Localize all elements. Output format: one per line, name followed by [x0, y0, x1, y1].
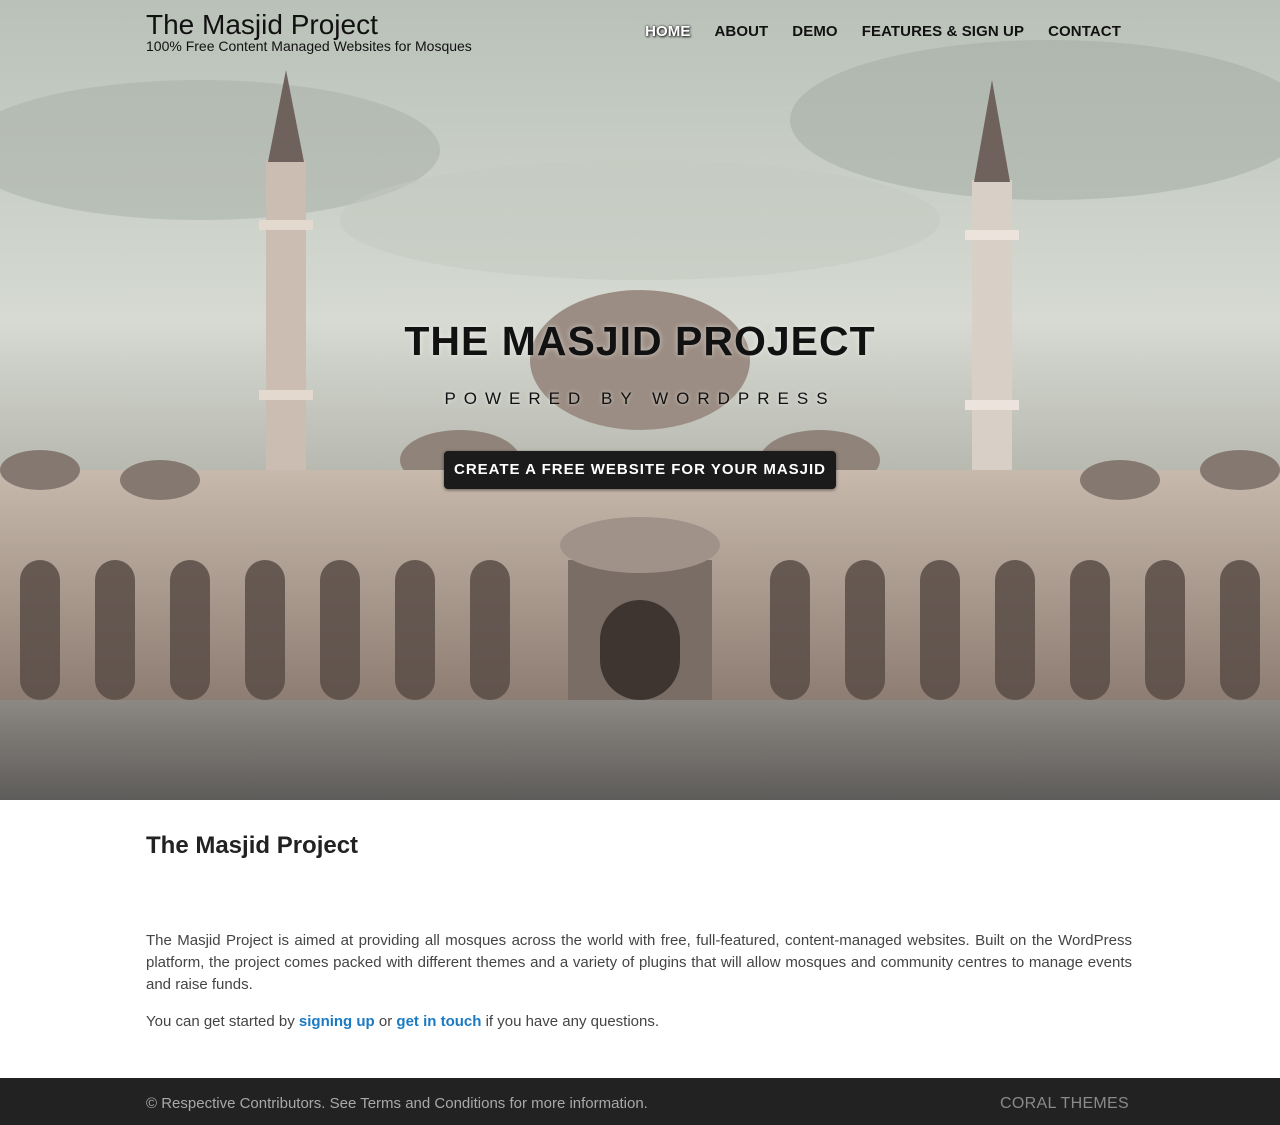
page-heading: The Masjid Project: [146, 832, 359, 859]
or-text: or: [374, 1013, 397, 1030]
nav-demo[interactable]: DEMO: [792, 22, 837, 42]
get-started-suffix: if you have any questions.: [481, 1013, 660, 1030]
footer-copyright: © Respective Contributors. See Terms and…: [146, 1095, 648, 1112]
site-title[interactable]: The Masjid Project: [146, 10, 378, 40]
site-footer: © Respective Contributors. See Terms and…: [0, 1078, 1280, 1125]
hero-subtitle: POWERED BY WORDPRESS: [444, 389, 836, 408]
footer-brand[interactable]: CORAL THEMES: [1000, 1095, 1129, 1113]
nav-contact[interactable]: CONTACT: [1048, 22, 1121, 42]
nav-about[interactable]: ABOUT: [714, 22, 768, 42]
site-tagline: 100% Free Content Managed Websites for M…: [146, 38, 472, 54]
contact-link[interactable]: get in touch: [396, 1013, 481, 1030]
main-nav: HOME ABOUT DEMO FEATURES & SIGN UP CONTA…: [645, 22, 1121, 42]
get-started-paragraph: You can get started by signing up or get…: [146, 1011, 659, 1033]
signup-link[interactable]: signing up: [299, 1013, 375, 1030]
create-website-button[interactable]: CREATE A FREE WEBSITE FOR YOUR MASJID: [444, 451, 836, 489]
hero-title: THE MASJID PROJECT: [404, 318, 876, 364]
get-started-prefix: You can get started by: [146, 1013, 299, 1030]
hero-banner: The Masjid Project 100% Free Content Man…: [0, 0, 1280, 800]
intro-paragraph: The Masjid Project is aimed at providing…: [146, 932, 1132, 993]
nav-home[interactable]: HOME: [645, 22, 690, 42]
nav-features-signup[interactable]: FEATURES & SIGN UP: [862, 22, 1024, 42]
